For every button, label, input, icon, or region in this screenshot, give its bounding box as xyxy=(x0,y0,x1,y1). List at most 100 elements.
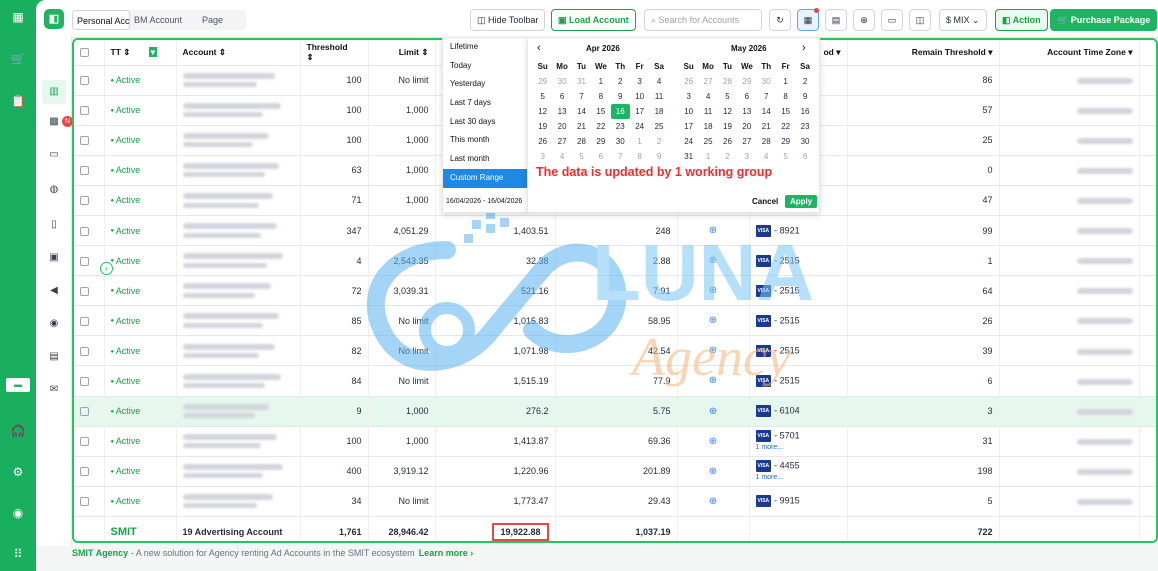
row-checkbox[interactable] xyxy=(80,196,89,206)
row-checkbox[interactable] xyxy=(80,166,89,176)
calendar-day[interactable]: 1 xyxy=(776,74,795,89)
calendar-day[interactable]: 11 xyxy=(649,89,668,104)
learn-more-link[interactable]: Learn more › xyxy=(419,548,474,558)
calendar-day[interactable]: 22 xyxy=(591,119,610,134)
search-user-icon[interactable]: ◍ xyxy=(47,183,61,197)
calendar-day[interactable]: 7 xyxy=(572,89,591,104)
row-checkbox[interactable] xyxy=(80,286,89,296)
calendar-day[interactable]: 17 xyxy=(630,104,649,119)
calendar-day[interactable]: 1 xyxy=(591,74,610,89)
select-all-checkbox[interactable] xyxy=(80,48,89,58)
calendar-day[interactable]: 15 xyxy=(591,104,610,119)
account-cell[interactable] xyxy=(176,396,301,427)
calendar-day[interactable]: 31 xyxy=(572,74,591,89)
tab-personal-acc[interactable]: Personal Acc xyxy=(72,10,130,30)
table-row[interactable]: Active 100 1,000 1,413.87 69.36 ⊕ VISA- … xyxy=(74,426,1156,457)
calendar-day[interactable]: 30 xyxy=(795,134,814,149)
message-button[interactable]: ▭ xyxy=(881,9,903,31)
calendar-day[interactable]: 23 xyxy=(611,119,630,134)
headset-icon[interactable]: 🎧 xyxy=(9,422,27,440)
add-card-icon[interactable]: ⊕ xyxy=(709,466,717,477)
account-cell[interactable] xyxy=(176,426,301,457)
calendar-day[interactable]: 21 xyxy=(757,119,776,134)
flag-icon[interactable]: ▬ xyxy=(6,378,30,392)
calendar-day[interactable]: 12 xyxy=(718,104,737,119)
calendar-day[interactable]: 17 xyxy=(679,119,698,134)
hide-toolbar-button[interactable]: ◫ Hide Toolbar xyxy=(470,9,546,31)
calendar-day[interactable]: 5 xyxy=(776,149,795,164)
add-card-icon[interactable]: ⊕ xyxy=(709,315,717,326)
col-account-time-zone[interactable]: Account Time Zone ▾ xyxy=(999,40,1140,66)
calendar-day[interactable]: 16 xyxy=(795,104,814,119)
calendar-day[interactable]: 30 xyxy=(611,134,630,149)
apply-button[interactable]: Apply xyxy=(785,195,818,208)
calendar-day[interactable]: 24 xyxy=(679,134,698,149)
calendar-day[interactable]: 30 xyxy=(757,74,776,89)
col-limit[interactable]: Limit ⇕ xyxy=(368,40,436,66)
calendar-day[interactable]: 6 xyxy=(552,89,571,104)
calendar-day[interactable]: 2 xyxy=(795,74,814,89)
action-button[interactable]: ◧ Action xyxy=(995,9,1048,31)
calendar-button[interactable]: ▦ xyxy=(797,8,819,31)
calendar-day[interactable]: 28 xyxy=(718,74,737,89)
currency-select[interactable]: $ MIX ⌄ xyxy=(939,9,987,31)
calendar-day[interactable]: 16 xyxy=(610,104,630,119)
table-row[interactable]: Active 9 1,000 276.2 5.75 ⊕ VISA- 6104 3 xyxy=(74,396,1156,427)
row-checkbox[interactable] xyxy=(80,377,89,387)
calendar-day[interactable]: 25 xyxy=(698,134,717,149)
table-row[interactable]: Active 85 No limit 1,015.83 58.95 ⊕ VISA… xyxy=(74,305,1156,337)
calendar-day[interactable]: 27 xyxy=(552,134,571,149)
calendar-day[interactable]: 4 xyxy=(649,74,668,89)
cancel-button[interactable]: Cancel xyxy=(752,197,778,206)
calendar-day[interactable]: 28 xyxy=(757,134,776,149)
calendar-day[interactable]: 26 xyxy=(679,74,698,89)
account-cell[interactable] xyxy=(176,305,301,337)
calendar-day[interactable]: 12 xyxy=(533,104,552,119)
next-month-button[interactable]: › xyxy=(802,42,806,54)
purchase-package-button[interactable]: 🛒 Purchase Package xyxy=(1050,9,1158,31)
calendar-day[interactable]: 3 xyxy=(679,89,698,104)
row-checkbox[interactable] xyxy=(80,497,89,507)
account-cell[interactable] xyxy=(176,95,301,126)
calendar-day[interactable]: 5 xyxy=(718,89,737,104)
calendar-day[interactable]: 18 xyxy=(698,119,717,134)
preset-yesterday[interactable]: Yesterday xyxy=(443,75,527,94)
preset-last-30-days[interactable]: Last 30 days xyxy=(443,113,527,132)
add-card-icon[interactable]: ⊕ xyxy=(709,375,717,386)
calendar-day[interactable]: 19 xyxy=(533,119,552,134)
calendar-day[interactable]: 29 xyxy=(776,134,795,149)
add-card-icon[interactable]: ⊕ xyxy=(709,345,717,356)
document-icon[interactable]: ▯ xyxy=(47,218,61,232)
account-cell[interactable] xyxy=(176,185,301,216)
calendar-day[interactable]: 31 xyxy=(679,149,698,164)
chart-icon[interactable]: ▩ xyxy=(47,115,61,129)
calendar-day[interactable]: 27 xyxy=(698,74,717,89)
account-cell[interactable] xyxy=(176,245,301,277)
calendar-day[interactable]: 2 xyxy=(718,149,737,164)
calendar-day[interactable]: 3 xyxy=(737,149,756,164)
add-card-icon[interactable]: ⊕ xyxy=(709,406,717,417)
calendar-day[interactable]: 4 xyxy=(552,149,571,164)
tab-page[interactable]: Page xyxy=(188,10,246,30)
calendar-day[interactable]: 30 xyxy=(552,74,571,89)
calendar-day[interactable]: 21 xyxy=(572,119,591,134)
calendar-day[interactable]: 13 xyxy=(737,104,756,119)
calendar-day[interactable]: 11 xyxy=(698,104,717,119)
tab-bm-account[interactable]: BM Account xyxy=(130,10,188,30)
account-cell[interactable] xyxy=(176,125,301,156)
book-icon[interactable]: ▤ xyxy=(47,350,61,364)
account-cell[interactable] xyxy=(176,155,301,186)
calendar-day[interactable]: 20 xyxy=(737,119,756,134)
calendar-day[interactable]: 6 xyxy=(737,89,756,104)
report-button[interactable]: ▤ xyxy=(825,9,847,31)
table-row[interactable]: Active 400 3,919.12 1,220.96 201.89 ⊕ VI… xyxy=(74,456,1156,487)
account-cell[interactable] xyxy=(176,335,301,367)
calendar-day[interactable]: 1 xyxy=(630,134,649,149)
preset-custom-range[interactable]: Custom Range xyxy=(443,168,527,188)
cart-icon[interactable]: 🛒 xyxy=(9,50,27,68)
calendar-day[interactable]: 9 xyxy=(611,89,630,104)
apps-grid-icon[interactable]: ▦ xyxy=(9,8,27,26)
more-cards-link[interactable]: 1 more... xyxy=(756,473,841,483)
table-row[interactable]: Active 72 3,039.31 521.16 7.91 ⊕ VISA- 2… xyxy=(74,275,1156,307)
calendar-day[interactable]: 29 xyxy=(591,134,610,149)
